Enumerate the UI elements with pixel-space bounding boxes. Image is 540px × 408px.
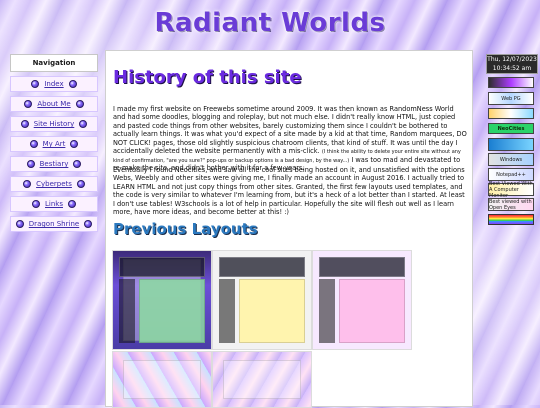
gem-icon [75,100,84,108]
gem-icon [84,220,93,228]
gem-icon [23,180,32,188]
history-paragraph-1-text: I made my first website on Freewebs some… [113,105,467,156]
nav-link-label: Dragon Shrine [28,220,80,228]
gem-icon [73,160,82,168]
datetime-box: Thu, 12/07/2023 10:34:52 am [486,54,538,74]
screenshot-sidebar [319,279,335,343]
nav-link-label: About Me [37,100,71,108]
gem-icon [15,220,24,228]
nav-link-index[interactable]: Index [10,76,98,92]
screenshot-header [319,257,405,277]
layout-screenshot-4[interactable] [112,351,212,408]
gem-icon [79,120,88,128]
nav-link-cyberpets[interactable]: Cyberpets [10,176,98,192]
nav-link-label: My Art [42,140,66,148]
screenshot-content [339,279,405,343]
screenshot-sidebar [219,279,235,343]
gem-icon [67,200,76,208]
nav-link-links[interactable]: Links [10,196,98,212]
screenshot-frame [223,360,301,399]
gem-icon [29,140,38,148]
badge-pg-text: PG [513,95,521,102]
nav-link-dragon-shrine[interactable]: Dragon Shrine [10,216,98,232]
nav-link-label: Site History [33,120,75,128]
site-title: Radiant Worlds [154,8,386,38]
rainbow-flag-badge[interactable] [488,214,534,225]
gem-icon [26,160,35,168]
layout-screenshot-3[interactable] [312,250,412,350]
gem-icon [68,80,77,88]
left-navigation: Navigation Index About Me Site History M… [10,54,98,232]
nav-link-label: Links [45,200,63,208]
history-paragraph-1: I made my first website on Freewebs some… [113,105,467,173]
badge-windows[interactable]: Windows [488,153,534,166]
badge-neocities[interactable]: NeoCities [488,123,534,134]
gem-icon [76,180,85,188]
nav-link-label: Bestiary [39,160,69,168]
screenshot-header [219,257,305,277]
gem-icon [31,80,40,88]
gem-icon [70,140,79,148]
nav-header: Navigation [10,54,98,72]
screenshot-content [139,279,205,343]
previous-layouts-heading: Previous Layouts [113,220,258,238]
page-title: History of this site [113,67,302,88]
badge-computer-monitor[interactable]: Best Viewed With A Computer Monitor [488,181,534,199]
screenshot-frame [123,360,201,399]
layout-screenshot-5[interactable] [212,351,312,408]
gem-icon [20,120,29,128]
main-content: History of this site I made my first web… [105,50,473,408]
nav-link-label: Index [44,80,64,88]
screenshot-sidebar [119,279,135,343]
screenshot-header [119,257,205,277]
badge-web-pg[interactable]: Web PG [488,92,534,105]
badge-1[interactable] [488,77,534,88]
time-text: 10:34:52 am [492,65,532,72]
history-paragraph-2: Eventually I found Neocities, and saw al… [113,166,465,217]
nav-link-about-me[interactable]: About Me [10,96,98,112]
layout-screenshot-2[interactable] [212,250,312,350]
nav-link-my-art[interactable]: My Art [10,136,98,152]
badge-open-eyes[interactable]: Best viewed with Open Eyes [488,198,534,211]
nav-link-label: Cyberpets [36,180,72,188]
layout-screenshot-1[interactable] [112,250,212,350]
nav-link-bestiary[interactable]: Bestiary [10,156,98,172]
badge-3[interactable] [488,108,534,119]
gem-icon [32,200,40,208]
gem-icon [24,100,33,108]
date-text: Thu, 12/07/2023 [487,56,537,63]
nav-link-site-history[interactable]: Site History [10,116,98,132]
badge-web-text: Web [501,95,513,102]
badge-notepad[interactable]: Notepad++ [488,168,534,181]
badge-5[interactable] [488,138,534,151]
screenshot-content [239,279,305,343]
